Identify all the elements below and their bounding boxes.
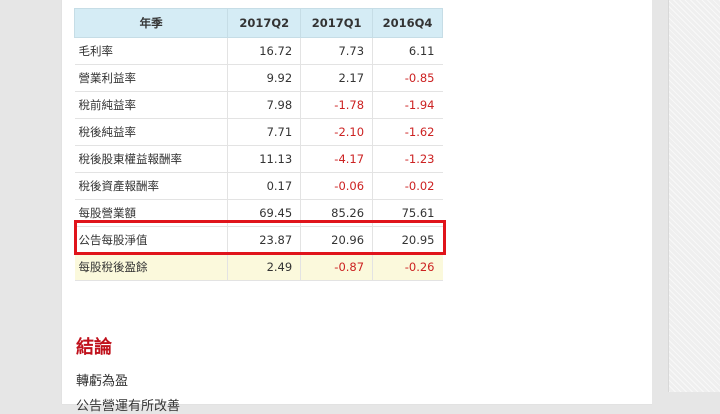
table-row-highlighted-eps: 每股稅後盈餘 2.49 -0.87 -0.26 bbox=[74, 253, 443, 281]
row-label: 每股稅後盈餘 bbox=[74, 253, 228, 281]
section-heading-conclusion: 結論 bbox=[76, 337, 112, 358]
table-row: 稅後股東權益報酬率 11.13 -4.17 -1.23 bbox=[74, 145, 443, 173]
cell-value: 20.96 bbox=[300, 226, 373, 254]
row-label: 營業利益率 bbox=[74, 64, 228, 92]
cell-value: 2.17 bbox=[300, 64, 373, 92]
cell-value: 7.73 bbox=[300, 37, 373, 65]
cell-value: 75.61 bbox=[372, 199, 443, 227]
table-row: 每股營業額 69.45 85.26 75.61 bbox=[74, 199, 443, 227]
cell-value: 11.13 bbox=[227, 145, 301, 173]
row-label: 毛利率 bbox=[74, 37, 228, 65]
table-row: 營業利益率 9.92 2.17 -0.85 bbox=[74, 64, 443, 92]
table-row: 公告每股淨值 23.87 20.96 20.95 bbox=[74, 226, 443, 254]
article-paragraph: 公告營運有所改善 bbox=[76, 399, 181, 414]
cell-value: -0.06 bbox=[300, 172, 373, 200]
cell-value: 9.92 bbox=[227, 64, 301, 92]
row-label: 稅前純益率 bbox=[74, 91, 228, 119]
row-label: 公告每股淨值 bbox=[74, 226, 228, 254]
row-label: 稅後資產報酬率 bbox=[74, 172, 228, 200]
cell-value: 20.95 bbox=[372, 226, 443, 254]
table-row: 毛利率 16.72 7.73 6.11 bbox=[74, 37, 443, 65]
table-row: 稅後純益率 7.71 -2.10 -1.62 bbox=[74, 118, 443, 146]
cell-value: 2.49 bbox=[227, 253, 301, 281]
table-header-row: 年季 2017Q2 2017Q1 2016Q4 bbox=[73, 8, 443, 38]
header-2017q1: 2017Q1 bbox=[300, 8, 374, 38]
table-row: 稅前純益率 7.98 -1.78 -1.94 bbox=[74, 91, 443, 119]
cell-value: 7.71 bbox=[227, 118, 301, 146]
cell-value: -1.94 bbox=[372, 91, 443, 119]
article-paragraph: 轉虧為盈 bbox=[76, 374, 129, 389]
cell-value: -1.23 bbox=[372, 145, 443, 173]
cell-value: -1.62 bbox=[372, 118, 443, 146]
right-sidebar bbox=[668, 0, 720, 392]
row-label: 稅後純益率 bbox=[74, 118, 228, 146]
cell-value: 16.72 bbox=[227, 37, 301, 65]
financial-ratio-table: 年季 2017Q2 2017Q1 2016Q4 毛利率 16.72 7.73 6… bbox=[73, 8, 443, 281]
header-2017q2: 2017Q2 bbox=[227, 8, 302, 38]
table-row: 稅後資產報酬率 0.17 -0.06 -0.02 bbox=[74, 172, 443, 200]
cell-value: 7.98 bbox=[227, 91, 301, 119]
cell-value: 0.17 bbox=[227, 172, 301, 200]
cell-value: -2.10 bbox=[300, 118, 373, 146]
row-label: 每股營業額 bbox=[74, 199, 228, 227]
row-label: 稅後股東權益報酬率 bbox=[74, 145, 228, 173]
cell-value: 85.26 bbox=[300, 199, 373, 227]
cell-value: 23.87 bbox=[227, 226, 301, 254]
cell-value: -0.87 bbox=[300, 253, 373, 281]
cell-value: -0.85 bbox=[372, 64, 443, 92]
cell-value: -0.02 bbox=[372, 172, 443, 200]
cell-value: -1.78 bbox=[300, 91, 373, 119]
page-gutter bbox=[652, 0, 668, 404]
header-2016q4: 2016Q4 bbox=[372, 8, 443, 38]
cell-value: 69.45 bbox=[227, 199, 301, 227]
cell-value: -0.26 bbox=[372, 253, 443, 281]
header-period: 年季 bbox=[73, 8, 229, 38]
cell-value: -4.17 bbox=[300, 145, 373, 173]
cell-value: 6.11 bbox=[372, 37, 443, 65]
